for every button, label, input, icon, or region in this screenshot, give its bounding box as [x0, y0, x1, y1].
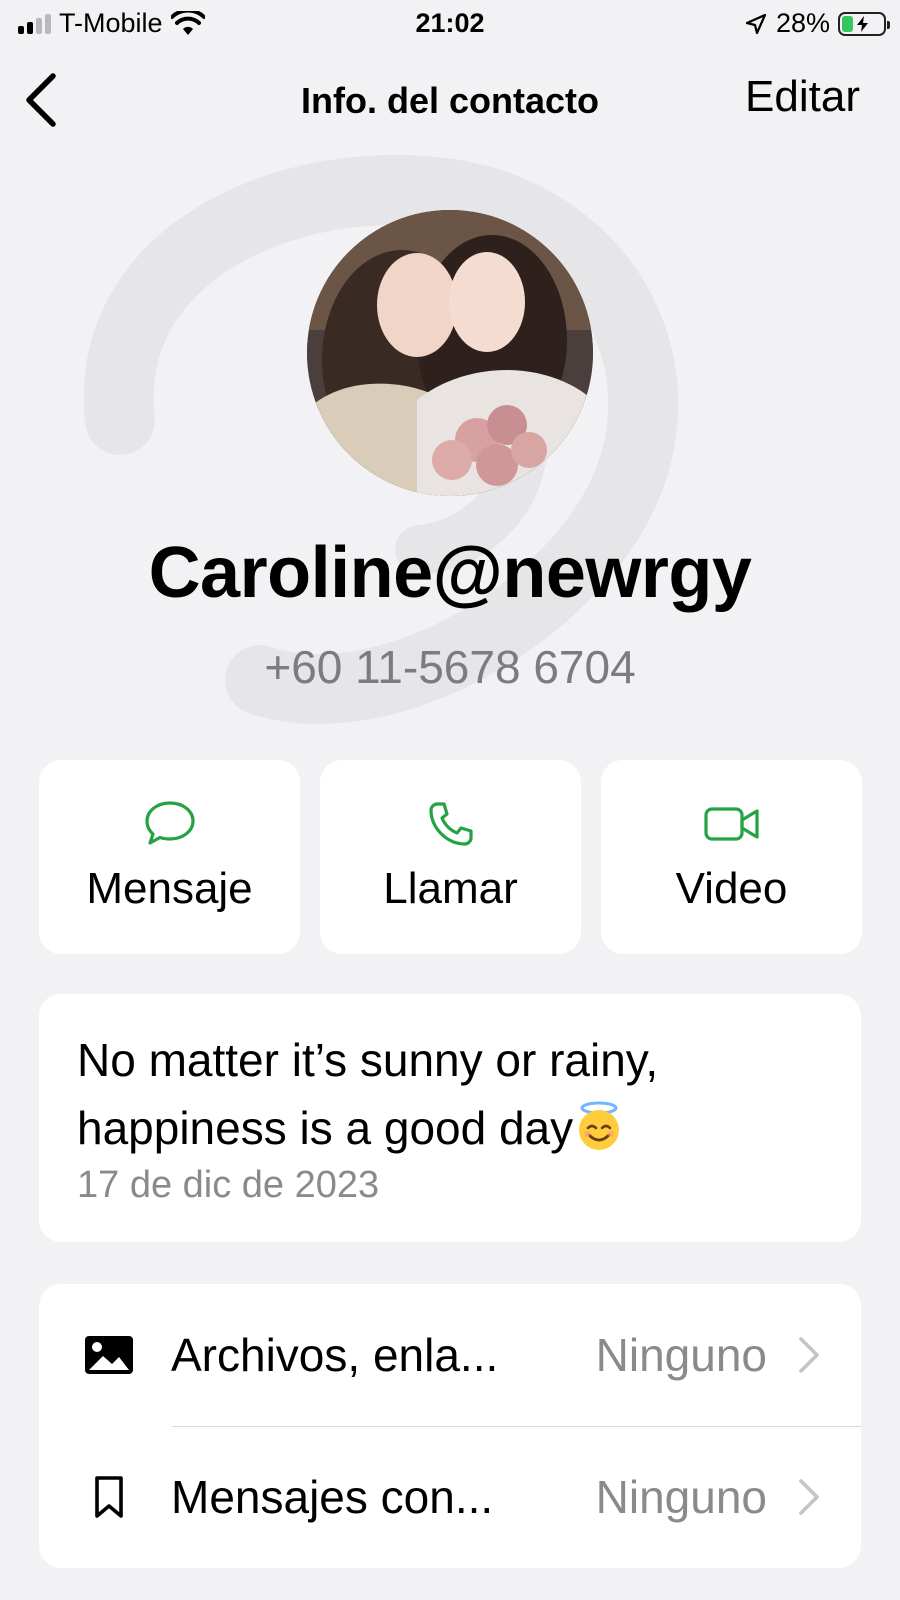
- contact-avatar[interactable]: [307, 210, 593, 496]
- video-button[interactable]: Video: [601, 760, 862, 954]
- list-item-media[interactable]: Archivos, enla... Ninguno: [39, 1284, 861, 1427]
- call-button[interactable]: Llamar: [320, 760, 581, 954]
- status-bar: T-Mobile 21:02 28%: [0, 0, 900, 50]
- list-item-value: Ninguno: [595, 1471, 767, 1523]
- back-button[interactable]: [18, 68, 62, 132]
- image-icon: [85, 1336, 133, 1374]
- chevron-right-icon: [799, 1337, 819, 1373]
- chevron-left-icon: [26, 73, 56, 127]
- navigation-bar: Info. del contacto Editar: [0, 60, 900, 140]
- list-item-label: Archivos, enla...: [171, 1329, 499, 1381]
- list-item-label: Mensajes con...: [171, 1471, 494, 1523]
- status-right: 28%: [744, 8, 890, 39]
- about-text: No matter it’s sunny or rainy, happiness…: [77, 1026, 823, 1162]
- about-status-text: No matter it’s sunny or rainy, happiness…: [77, 1034, 659, 1154]
- list-item-value: Ninguno: [595, 1329, 767, 1381]
- message-button[interactable]: Mensaje: [39, 760, 300, 954]
- battery-charging-icon: [838, 11, 890, 36]
- about-date: 17 de dic de 2023: [77, 1164, 380, 1206]
- contact-name: Caroline@newrgy: [148, 533, 752, 613]
- list-item-starred[interactable]: Mensajes con... Ninguno: [39, 1426, 861, 1568]
- video-label: Video: [675, 864, 788, 913]
- location-arrow-icon: [745, 13, 767, 34]
- video-camera-icon: [703, 807, 759, 841]
- contact-phone[interactable]: +60 11-5678 6704: [0, 640, 900, 694]
- chevron-right-icon: [799, 1479, 819, 1515]
- call-label: Llamar: [383, 864, 518, 913]
- message-bubble-icon: [144, 801, 195, 845]
- battery-percent: 28%: [775, 8, 830, 38]
- phone-icon: [428, 802, 473, 846]
- settings-list: Archivos, enla... Ninguno Mensajes con..…: [39, 1284, 861, 1568]
- about-card[interactable]: No matter it’s sunny or rainy, happiness…: [39, 994, 861, 1242]
- edit-button[interactable]: Editar: [745, 72, 860, 122]
- action-buttons: Mensaje Llamar Video: [39, 760, 862, 954]
- bookmark-icon: [95, 1476, 123, 1518]
- message-label: Mensaje: [86, 864, 253, 913]
- avatar-photo: [307, 210, 593, 496]
- smiling-face-with-halo-icon: [579, 1101, 620, 1150]
